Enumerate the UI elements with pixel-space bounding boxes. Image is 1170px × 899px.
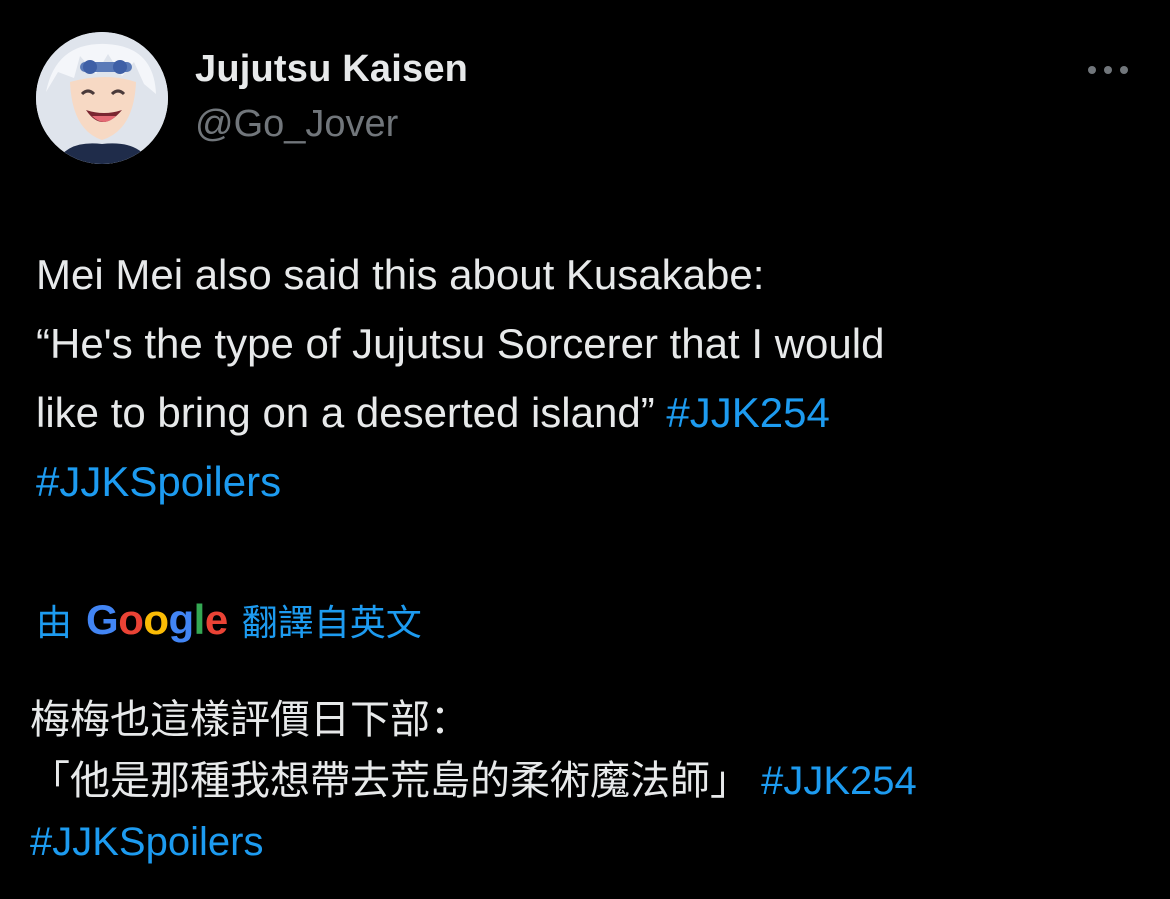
- tweet-line: like to bring on a deserted island” #JJK…: [36, 378, 1136, 447]
- hashtag-link[interactable]: #JJK254: [761, 759, 917, 803]
- translation-attribution[interactable]: 由 Google 翻譯自英文: [36, 590, 422, 650]
- translated-line: 「他是那種我想帶去荒島的柔術魔法師」 #JJK254: [30, 751, 1140, 812]
- translation-prefix: 由: [36, 602, 73, 643]
- google-logo: Google: [86, 596, 228, 644]
- translated-tweet-text: 梅梅也這樣評價日下部： 「他是那種我想帶去荒島的柔術魔法師」 #JJK254 #…: [30, 690, 1140, 873]
- tweet-text: Mei Mei also said this about Kusakabe: “…: [36, 240, 1136, 516]
- google-letter: G: [86, 596, 119, 643]
- google-letter: l: [193, 596, 206, 643]
- tweet-line: #JJKSpoilers: [36, 447, 1136, 516]
- more-options-button[interactable]: [1080, 52, 1136, 88]
- translation-suffix: 翻譯自英文: [241, 602, 422, 643]
- translated-line-text: 「他是那種我想帶去荒島的柔術魔法師」: [30, 759, 762, 803]
- author-handle[interactable]: @Go_Jover: [195, 103, 398, 146]
- translated-line: 梅梅也這樣評價日下部：: [30, 698, 470, 742]
- avatar[interactable]: [36, 32, 168, 164]
- translated-line: #JJKSpoilers: [30, 812, 1140, 873]
- tweet-line: “He's the type of Jujutsu Sorcerer that …: [36, 320, 885, 367]
- tweet-line-text: like to bring on a deserted island”: [36, 389, 667, 436]
- google-letter: o: [143, 596, 169, 643]
- hashtag-link[interactable]: #JJK254: [666, 389, 829, 436]
- hashtag-link[interactable]: #JJKSpoilers: [36, 458, 281, 505]
- hashtag-link[interactable]: #JJKSpoilers: [30, 820, 263, 864]
- google-letter: o: [118, 596, 144, 643]
- tweet-line: Mei Mei also said this about Kusakabe:: [36, 251, 765, 298]
- google-letter: g: [168, 596, 195, 643]
- more-horizontal-icon: [1088, 66, 1128, 74]
- avatar-image: [36, 32, 168, 164]
- google-letter: e: [204, 596, 228, 643]
- author-display-name[interactable]: Jujutsu Kaisen: [195, 48, 468, 91]
